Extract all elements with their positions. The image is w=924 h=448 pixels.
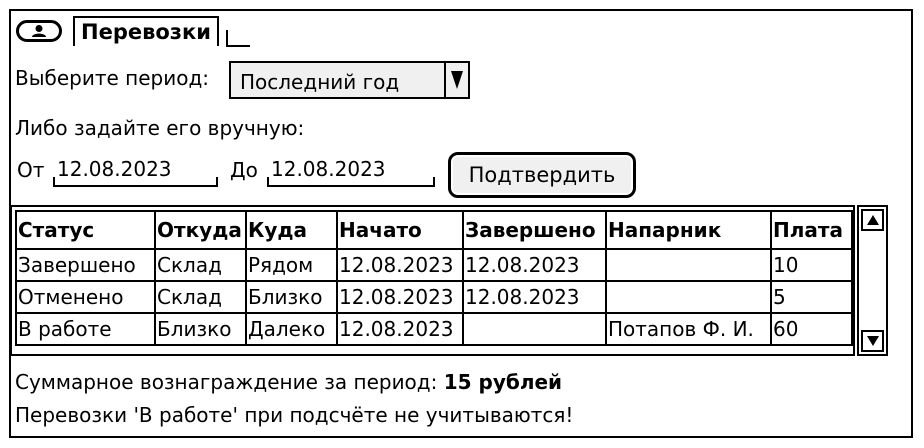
summary-value: 15 рублей <box>443 370 563 394</box>
chevron-down-icon[interactable] <box>444 63 468 97</box>
from-label: От <box>17 158 45 182</box>
table-cell: 60 <box>770 312 853 346</box>
manual-hint: Либо задайте его вручную: <box>15 116 305 140</box>
user-icon[interactable] <box>16 20 62 42</box>
scroll-down-icon[interactable] <box>861 330 884 352</box>
to-date-value: 12.08.2023 <box>271 157 386 181</box>
table-cell: Рядом <box>245 248 338 282</box>
table-row[interactable]: В работе Близко Далеко 12.08.2023 Потапо… <box>15 312 853 346</box>
column-header-finished[interactable]: Завершено <box>462 210 607 250</box>
summary-line: Суммарное вознаграждение за период: 15 р… <box>15 370 562 394</box>
table-cell: 10 <box>770 248 853 282</box>
period-select-value: Последний год <box>240 70 400 94</box>
column-header-payment[interactable]: Плата <box>770 210 853 250</box>
column-header-from[interactable]: Откуда <box>154 210 247 250</box>
transports-table: Статус Откуда Куда Начато Завершено Напа… <box>10 205 855 356</box>
table-cell: Близко <box>245 280 338 314</box>
table-cell: Далеко <box>245 312 338 346</box>
table-header-row: Статус Откуда Куда Начато Завершено Напа… <box>15 210 853 250</box>
column-header-partner[interactable]: Напарник <box>605 210 772 250</box>
to-date-input[interactable]: 12.08.2023 <box>267 157 435 187</box>
summary-label: Суммарное вознаграждение за период: <box>15 370 438 394</box>
table-cell: 12.08.2023 <box>462 248 607 282</box>
table-row[interactable]: Отменено Склад Близко 12.08.2023 12.08.2… <box>15 280 853 314</box>
table-cell: Завершено <box>15 248 156 282</box>
to-label: До <box>230 158 258 182</box>
column-header-started[interactable]: Начато <box>336 210 464 250</box>
tab-underline <box>226 45 250 47</box>
from-date-input[interactable]: 12.08.2023 <box>53 157 218 187</box>
table-cell: 12.08.2023 <box>336 280 464 314</box>
table-cell: В работе <box>15 312 156 346</box>
column-header-status[interactable]: Статус <box>15 210 156 250</box>
table-cell: Склад <box>154 248 247 282</box>
scroll-up-icon[interactable] <box>861 209 884 231</box>
table-cell: Близко <box>154 312 247 346</box>
table-cell <box>605 280 772 314</box>
table-cell <box>605 248 772 282</box>
column-header-to[interactable]: Куда <box>245 210 338 250</box>
table-cell: 12.08.2023 <box>336 248 464 282</box>
confirm-button[interactable]: Подтвердить <box>448 152 636 198</box>
table-cell: 12.08.2023 <box>336 312 464 346</box>
table-cell: 5 <box>770 280 853 314</box>
table-cell: Склад <box>154 280 247 314</box>
table-cell: Потапов Ф. И. <box>605 312 772 346</box>
note-text: Перевозки 'В работе' при подсчёте не учи… <box>15 403 574 427</box>
table-cell: 12.08.2023 <box>462 280 607 314</box>
table-scrollbar[interactable] <box>857 205 888 356</box>
from-date-value: 12.08.2023 <box>57 157 172 181</box>
table-row[interactable]: Завершено Склад Рядом 12.08.2023 12.08.2… <box>15 248 853 282</box>
period-label: Выберите период: <box>15 66 210 90</box>
tab-transports[interactable]: Перевозки <box>73 16 219 46</box>
period-select[interactable]: Последний год <box>229 61 470 99</box>
table-cell: Отменено <box>15 280 156 314</box>
table-cell <box>462 312 607 346</box>
